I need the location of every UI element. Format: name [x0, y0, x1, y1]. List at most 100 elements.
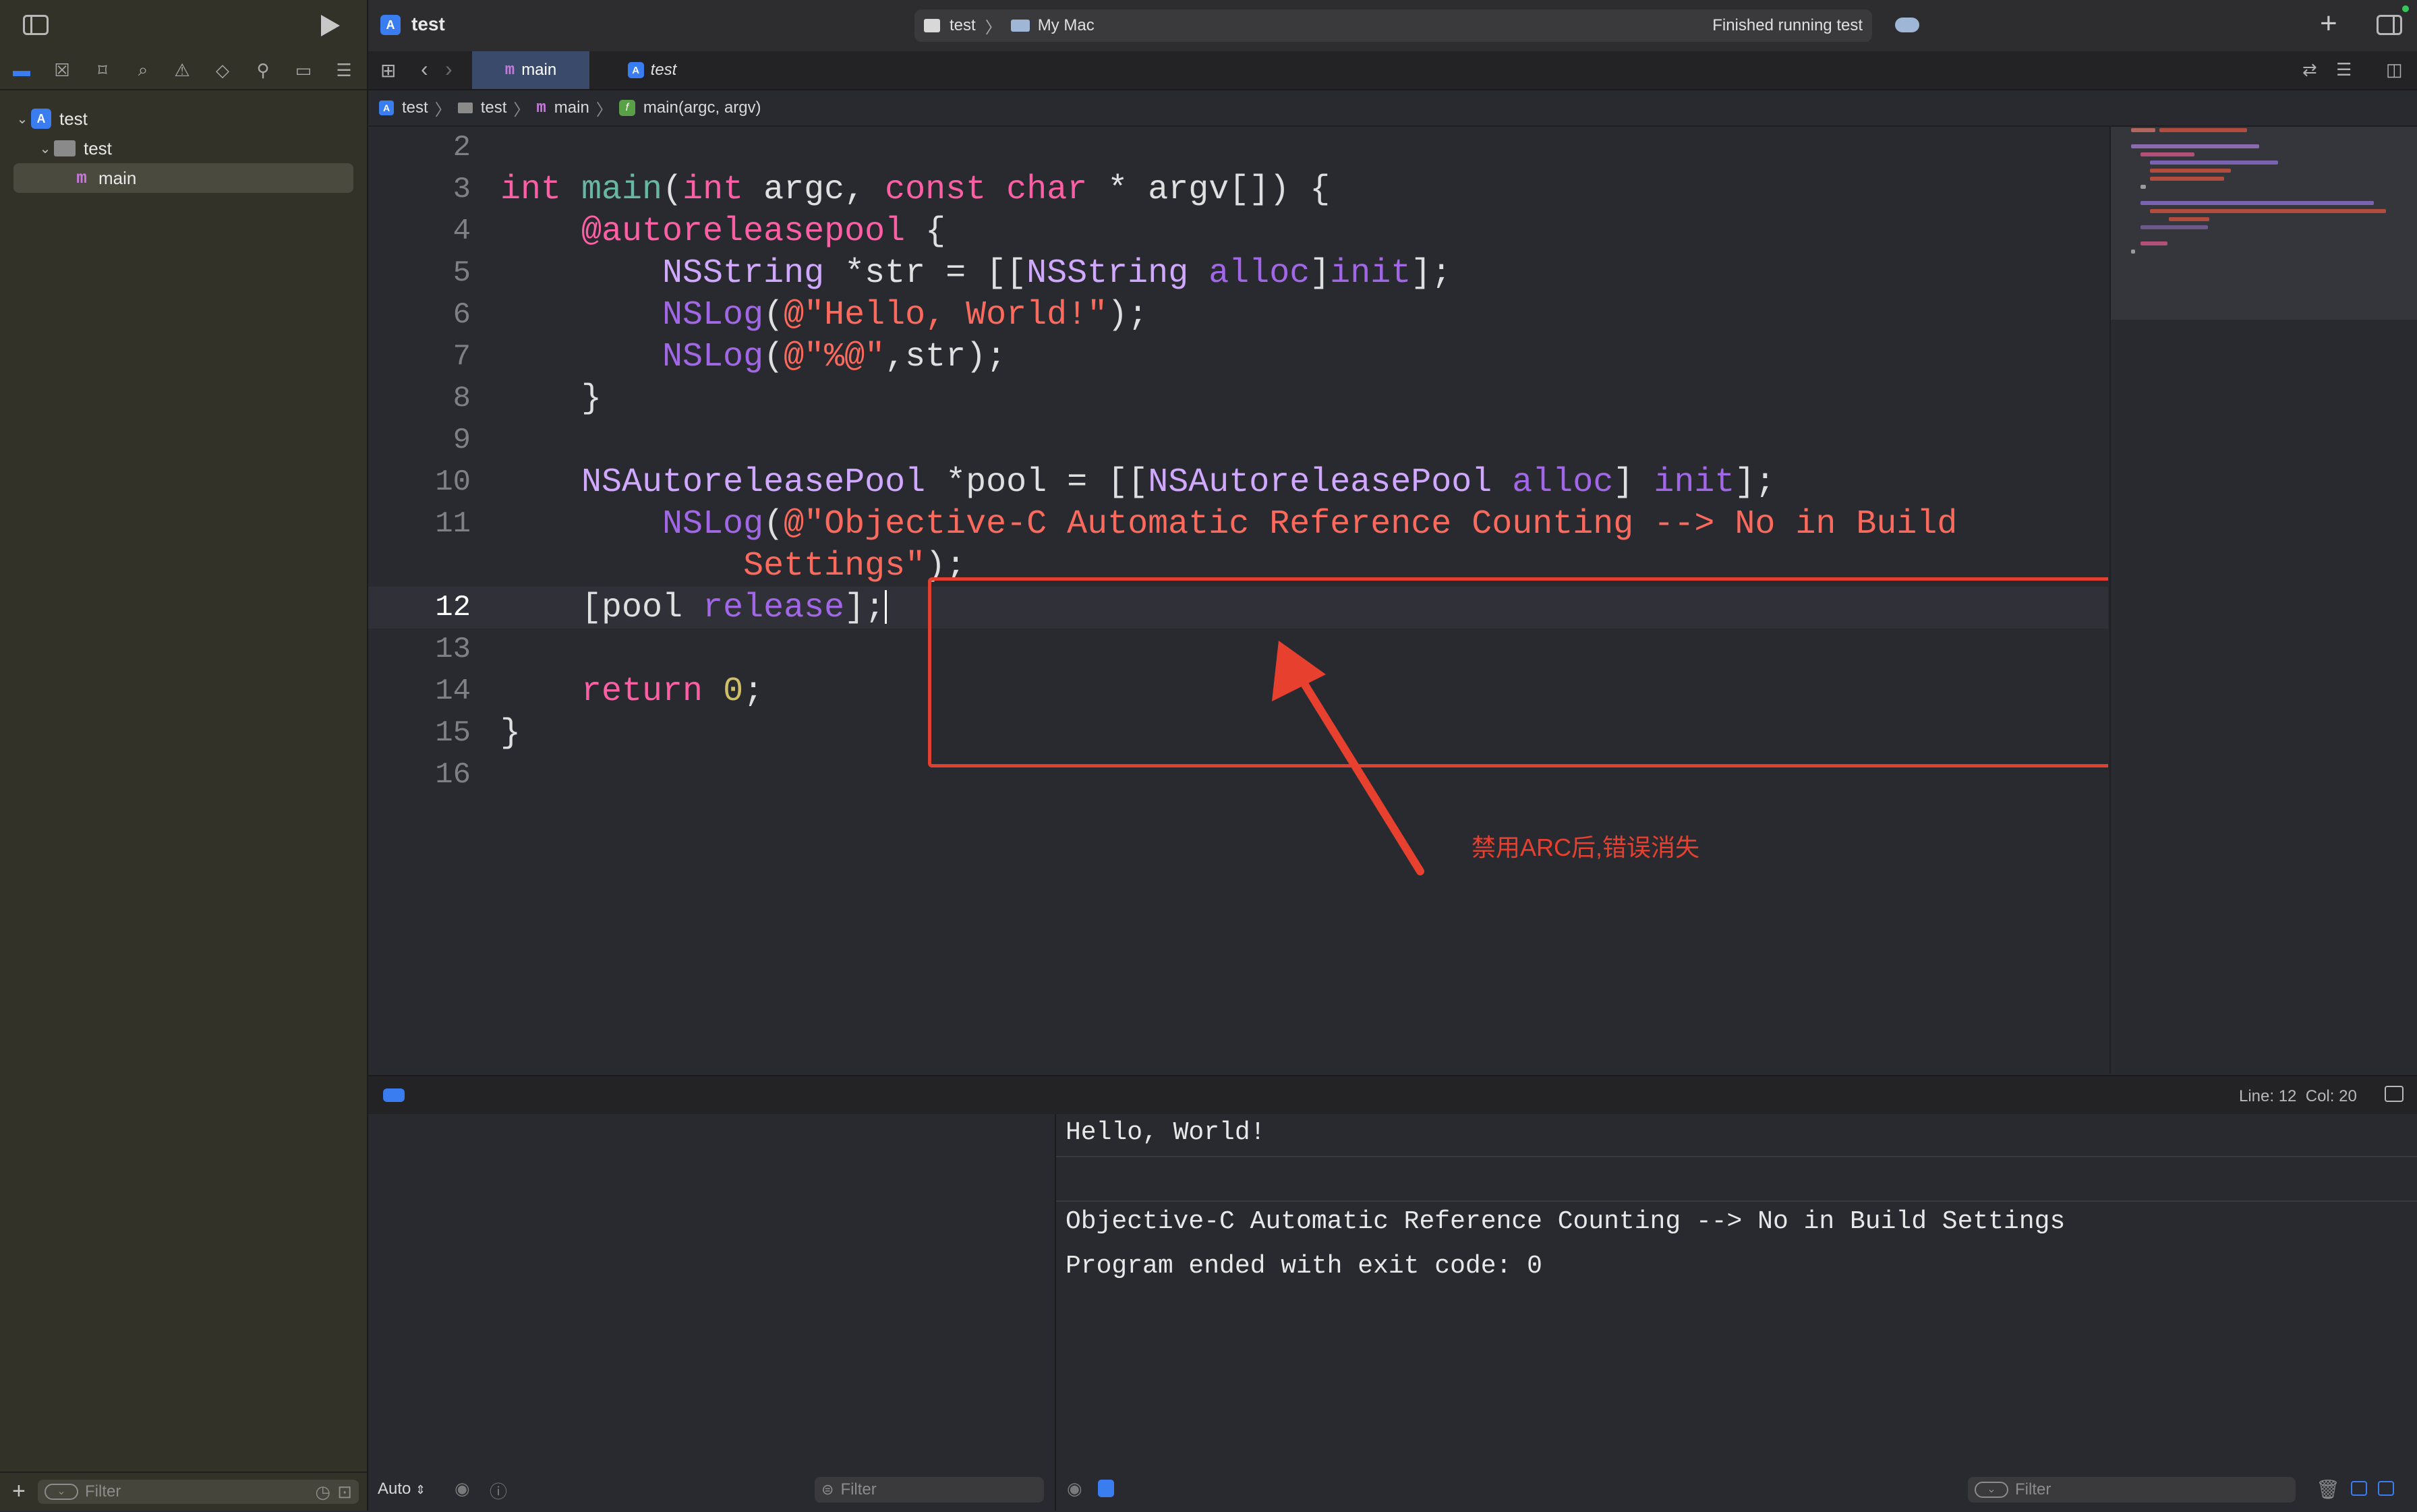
show-console-icon[interactable] — [2378, 1481, 2394, 1496]
tab-main[interactable]: m main — [472, 51, 589, 89]
tree-item-label: test — [59, 108, 88, 129]
navigator-titlebar — [0, 0, 367, 51]
filter-icon: ⌄ — [1975, 1482, 2008, 1498]
status-text: Finished running test — [1712, 16, 1863, 34]
breadcrumb-item[interactable]: main(argc, argv) — [643, 98, 761, 117]
breadcrumb-item[interactable]: test — [481, 98, 507, 117]
annotation-text: 禁用ARC后,错误消失 — [1472, 834, 1700, 861]
project-icon: A — [31, 109, 51, 129]
minimap[interactable] — [2109, 127, 2417, 1074]
warning-icon[interactable]: ⚠ — [169, 58, 196, 82]
forward-icon[interactable]: › — [445, 57, 453, 82]
bookmark-icon[interactable]: ⌑ — [89, 58, 116, 82]
project-icon: A — [627, 62, 644, 78]
minimap-line — [2150, 161, 2278, 165]
terminal-icon — [924, 19, 940, 32]
objc-file-icon: m — [504, 61, 515, 80]
hide-debug-area-icon[interactable] — [2385, 1086, 2404, 1102]
chevron-right-icon: 〉 — [513, 100, 530, 119]
run-icon[interactable] — [321, 15, 340, 36]
window-title: test — [411, 13, 445, 34]
function-icon: f — [618, 100, 635, 116]
activity-bar[interactable]: test 〉 My Mac Finished running test — [914, 9, 1872, 42]
project-navigator: ▬ ☒ ⌑ ⌕ ⚠ ◇ ⚲ ▭ ☰ ⌄ A test ⌄ test m main… — [0, 0, 368, 1511]
minimap-line — [2169, 217, 2209, 221]
add-icon[interactable]: + — [12, 1478, 26, 1505]
debug-bar: Line: 12 Col: 20 — [368, 1075, 2417, 1115]
navigator-selector-bar: ▬ ☒ ⌑ ⌕ ⚠ ◇ ⚲ ▭ ☰ — [0, 51, 367, 90]
filter-icon: ⊜ — [821, 1481, 834, 1498]
source-control-icon[interactable]: ☒ — [49, 58, 76, 82]
minimap-line — [2150, 209, 2386, 213]
jump-bar: A test 〉 test 〉 m main 〉 f main(argc, ar… — [368, 90, 2417, 127]
eye-icon[interactable]: ◉ — [455, 1478, 470, 1499]
console-filter-input[interactable]: ⌄ Filter — [1968, 1477, 2296, 1503]
back-icon[interactable]: ‹ — [421, 57, 428, 82]
filter-icon: ⌄ — [45, 1484, 78, 1500]
console-separator — [1056, 1200, 2417, 1202]
objc-file-icon: m — [536, 98, 546, 117]
tree-item-file-main[interactable]: m main — [13, 163, 353, 193]
navigator-filter-bar: + ⌄ Filter ◷ ⊡ — [0, 1472, 367, 1512]
inspector-toggle-icon[interactable] — [2377, 15, 2402, 35]
tree-item-project[interactable]: ⌄ A test — [13, 104, 353, 134]
split-editor-icon[interactable]: ◫ — [2386, 59, 2403, 80]
debug-icon[interactable]: ⚲ — [250, 58, 276, 82]
destination-name[interactable]: My Mac — [1038, 16, 1095, 35]
variables-filter-input[interactable]: ⊜ Filter — [815, 1477, 1044, 1503]
chevron-right-icon: 〉 — [985, 18, 1001, 37]
related-items-icon[interactable]: ⊞ — [380, 59, 396, 82]
toolbar: A test test 〉 My Mac Finished running te… — [368, 0, 2417, 53]
scm-filter-icon[interactable]: ⊡ — [337, 1482, 352, 1503]
folder-icon — [54, 140, 76, 156]
breadcrumb-item[interactable]: main — [554, 98, 589, 117]
chevron-right-icon: 〉 — [434, 100, 451, 119]
console-line: Program ended with exit code: 0 — [1066, 1252, 1542, 1281]
notification-dot — [2402, 5, 2409, 12]
tree-item-folder[interactable]: ⌄ test — [13, 134, 353, 163]
minimap-line — [2159, 128, 2247, 132]
minimap-line — [2141, 225, 2208, 229]
chevron-down-icon[interactable]: ⌄ — [36, 140, 54, 157]
console-line: Hello, World! — [1066, 1118, 1266, 1147]
minimap-line — [2141, 185, 2146, 189]
minimap-line — [2131, 128, 2155, 132]
editor-options-icon[interactable]: ☰ — [2336, 59, 2352, 80]
recent-files-icon[interactable]: ◷ — [315, 1482, 330, 1503]
navigator-filter-input[interactable]: ⌄ Filter ◷ ⊡ — [38, 1480, 359, 1504]
trash-icon[interactable]: 🗑 — [2316, 1478, 2340, 1501]
swap-icon[interactable]: ⇄ — [2302, 59, 2317, 80]
scope-selector[interactable]: Auto ⇕ — [378, 1480, 426, 1499]
console-separator — [1056, 1156, 2417, 1157]
filter-placeholder: Filter — [85, 1482, 121, 1501]
objc-file-icon: m — [76, 168, 87, 188]
info-icon[interactable]: ⓘ — [490, 1478, 507, 1503]
show-variables-icon[interactable] — [2351, 1481, 2367, 1496]
add-tab-icon[interactable]: + — [2320, 7, 2337, 40]
breadcrumb-item[interactable]: test — [402, 98, 428, 117]
scheme-name[interactable]: test — [950, 16, 976, 35]
console-toggle-icon[interactable] — [1098, 1480, 1114, 1497]
debug-area-toggle-icon[interactable] — [383, 1088, 405, 1102]
annotation-arrow — [1272, 641, 1424, 875]
breakpoint-icon[interactable]: ▭ — [290, 58, 317, 82]
toggle-icon[interactable] — [1895, 18, 1919, 32]
laptop-icon — [1010, 20, 1030, 32]
search-icon[interactable]: ⌕ — [129, 58, 156, 82]
folder-icon[interactable]: ▬ — [8, 58, 35, 82]
project-icon: A — [380, 15, 401, 35]
report-icon[interactable]: ☰ — [330, 58, 357, 82]
project-icon: A — [379, 100, 394, 115]
console-line: Objective-C Automatic Reference Counting… — [1066, 1207, 2066, 1236]
chevron-updown-icon: ⇕ — [415, 1483, 426, 1496]
editor-tab-bar: ⊞ ‹ › m main A test ⇄ ☰ ◫ — [368, 51, 2417, 90]
console-output[interactable]: Hello, World! Objective-C Automatic Refe… — [1056, 1114, 2417, 1511]
eye-icon[interactable]: ◉ — [1067, 1478, 1082, 1499]
sidebar-toggle-icon[interactable] — [23, 15, 49, 35]
test-icon[interactable]: ◇ — [209, 58, 236, 82]
minimap-line — [2141, 152, 2194, 156]
cursor-position: Line: 12 Col: 20 — [2239, 1087, 2357, 1105]
tab-test[interactable]: A test — [595, 51, 709, 89]
chevron-down-icon[interactable]: ⌄ — [13, 111, 31, 127]
source-editor[interactable]: 2 3 int main(int argc, const char * argv… — [368, 127, 2108, 1074]
